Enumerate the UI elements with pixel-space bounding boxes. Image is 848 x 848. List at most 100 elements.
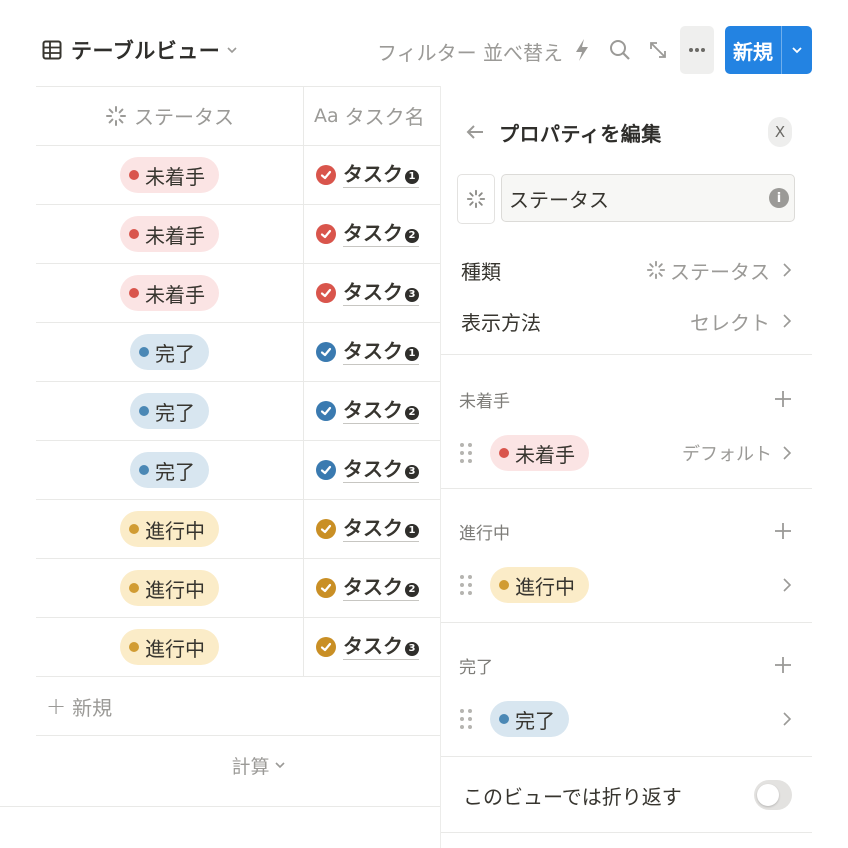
status-cell[interactable]: 完了 [36,382,304,440]
status-cell[interactable]: 進行中 [36,618,304,676]
status-cell[interactable]: 完了 [36,441,304,499]
drag-handle-icon[interactable] [459,441,473,465]
table-row[interactable]: 未着手 タスク 2 [36,205,441,264]
table-bottom-divider [0,806,441,807]
status-cell[interactable]: 進行中 [36,500,304,558]
chevron-right-icon [783,578,792,592]
expand-button[interactable] [645,36,671,64]
search-button[interactable] [607,36,633,64]
table-row[interactable]: 完了 タスク 1 [36,323,441,382]
text-type-icon: Aa [314,104,339,127]
column-header-status[interactable]: ステータス [36,86,304,145]
table-row[interactable]: 進行中 タスク 2 [36,559,441,618]
status-option-label: 進行中 [515,574,575,599]
task-title[interactable]: タスク 2 [316,398,419,424]
status-cell[interactable]: 未着手 [36,264,304,322]
add-option-icon[interactable] [774,390,792,408]
automation-button[interactable] [569,36,595,64]
status-badge: 進行中 [120,570,219,606]
filter-button[interactable]: フィルター [377,37,477,66]
table-row[interactable]: 未着手 タスク 3 [36,264,441,323]
status-option-row[interactable]: 進行中 [459,566,792,604]
status-icon [646,260,666,280]
status-dot [499,714,509,724]
chevron-right-icon [783,314,792,328]
status-badge: 完了 [130,334,209,370]
add-row-label: 新規 [72,695,113,720]
name-cell[interactable]: タスク 3 [304,441,419,499]
task-label: タスク 1 [343,339,419,365]
task-name: タスク [343,457,403,481]
name-cell[interactable]: タスク 3 [304,264,419,322]
task-number-badge: 2 [405,406,419,420]
view-switcher[interactable]: テーブルビュー [42,36,238,64]
column-header-name[interactable]: Aa タスク名 [304,86,425,145]
task-title[interactable]: タスク 1 [316,339,419,365]
task-title[interactable]: タスク 3 [316,280,419,306]
task-title[interactable]: タスク 2 [316,221,419,247]
status-icon [106,105,126,126]
chevron-down-icon [792,47,802,54]
tasks-table: ステータス Aa タスク名 未着手 タスク 1 未着手 タスク 2 未着手 タスク 3 完了 タスク… [36,86,441,794]
name-cell[interactable]: タスク 2 [304,205,419,263]
expand-icon [650,42,666,58]
status-label: 未着手 [145,164,205,189]
name-cell[interactable]: タスク 1 [304,146,419,204]
sort-button[interactable]: 並べ替え [483,37,563,66]
task-title[interactable]: タスク 3 [316,634,419,660]
task-title[interactable]: タスク 1 [316,516,419,542]
table-row[interactable]: 進行中 タスク 3 [36,618,441,677]
task-title[interactable]: タスク 1 [316,162,419,188]
name-cell[interactable]: タスク 1 [304,323,419,381]
status-cell[interactable]: 未着手 [36,146,304,204]
calculate-button[interactable]: 計算 [36,736,441,794]
info-icon[interactable]: i [769,188,789,208]
status-group-header: 完了 [459,648,792,682]
status-dot [499,580,509,590]
status-option-row[interactable]: 完了 [459,700,792,738]
task-title[interactable]: タスク 3 [316,457,419,483]
new-button-label: 新規 [733,39,773,64]
new-button[interactable]: 新規 [725,26,812,74]
table-row[interactable]: 未着手 タスク 1 [36,146,441,205]
name-cell[interactable]: タスク 2 [304,382,419,440]
status-cell[interactable]: 進行中 [36,559,304,617]
add-option-icon[interactable] [774,522,792,540]
task-name: タスク [343,634,403,658]
status-badge: 進行中 [120,511,219,547]
status-group-name: 未着手 [459,391,510,412]
table-row[interactable]: 完了 タスク 3 [36,441,441,500]
column-header-name-label: タスク名 [344,105,425,129]
add-option-icon[interactable] [774,656,792,674]
status-label: 完了 [155,400,195,425]
status-cell[interactable]: 完了 [36,323,304,381]
status-cell[interactable]: 未着手 [36,205,304,263]
arrow-left-icon[interactable] [465,122,485,142]
column-header-status-label: ステータス [134,105,234,129]
name-cell[interactable]: タスク 2 [304,559,419,617]
close-button[interactable]: X [768,117,792,147]
task-label: タスク 3 [343,634,419,660]
task-title[interactable]: タスク 2 [316,575,419,601]
drag-handle-icon[interactable] [459,573,473,597]
display-mode-row[interactable]: 表示方法 セレクト [461,304,792,338]
drag-handle-icon[interactable] [459,707,473,731]
toolbar: テーブルビュー フィルター 並べ替え 新規 [0,0,848,86]
property-name-input[interactable]: ステータス [501,174,795,222]
wrap-toggle[interactable] [754,780,792,810]
name-cell[interactable]: タスク 1 [304,500,419,558]
task-label: タスク 1 [343,162,419,188]
add-row-button[interactable]: + 新規 [36,677,441,736]
status-badge: 進行中 [120,629,219,665]
status-option-row[interactable]: 未着手 デフォルト [459,434,792,472]
property-type-row[interactable]: 種類 ステータス [461,253,792,287]
name-cell[interactable]: タスク 3 [304,618,419,676]
panel-title: プロパティを編集 [499,122,662,146]
table-row[interactable]: 完了 タスク 2 [36,382,441,441]
status-badge: 完了 [130,452,209,488]
property-icon-picker[interactable] [457,174,495,224]
new-options-dropdown[interactable] [782,26,812,74]
table-row[interactable]: 進行中 タスク 1 [36,500,441,559]
more-options-button[interactable] [680,26,714,74]
status-badge: 未着手 [120,275,219,311]
